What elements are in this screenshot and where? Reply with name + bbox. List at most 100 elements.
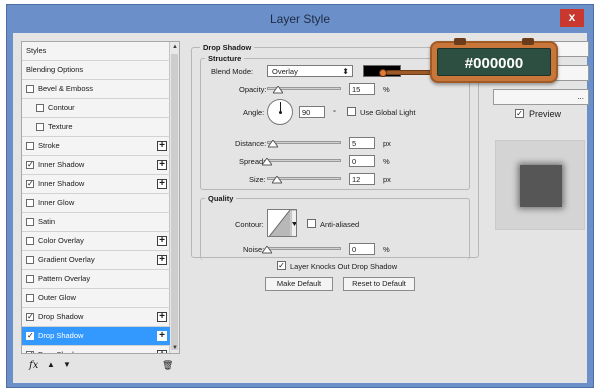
add-style-plus-icon[interactable]: + <box>157 312 167 322</box>
size-input[interactable]: 12 <box>349 173 375 185</box>
opacity-slider-thumb[interactable] <box>272 85 285 94</box>
spread-input[interactable]: 0 <box>349 155 375 167</box>
add-style-plus-icon[interactable]: + <box>157 160 167 170</box>
chevron-down-icon: ⬍ <box>342 67 349 76</box>
style-checkbox[interactable]: ✓ <box>26 332 34 340</box>
style-list-item-label: Drop Shadow <box>38 346 83 353</box>
style-list-item[interactable]: Contour <box>22 99 170 118</box>
badge-text: #000000 <box>437 48 551 76</box>
style-checkbox[interactable] <box>26 218 34 226</box>
style-checkbox[interactable]: ✓ <box>26 161 34 169</box>
style-checkbox[interactable]: ✓ <box>26 313 34 321</box>
style-checkbox[interactable] <box>26 294 34 302</box>
angle-input[interactable]: 90 <box>299 106 325 118</box>
style-list-item-label: Drop Shadow <box>38 312 84 321</box>
fx-icon[interactable]: fx <box>29 360 38 371</box>
style-list-item-label: Inner Shadow <box>38 160 85 169</box>
noise-slider-thumb[interactable] <box>261 245 273 254</box>
style-checkbox[interactable] <box>26 256 34 264</box>
make-default-button[interactable]: Make Default <box>265 277 333 291</box>
style-list-item-label: Pattern Overlay <box>38 274 91 283</box>
style-list-item[interactable]: ✓ Inner Shadow + <box>22 175 170 194</box>
arrow-down-icon[interactable]: ▼ <box>63 360 71 369</box>
style-checkbox[interactable] <box>26 142 34 150</box>
angle-dial[interactable] <box>267 99 293 125</box>
style-list-item-label: Satin <box>38 217 56 226</box>
trash-icon[interactable]: 🗑 <box>162 360 173 371</box>
distance-unit: px <box>383 139 391 148</box>
style-checkbox[interactable] <box>26 199 34 207</box>
style-list-item[interactable]: Inner Glow <box>22 194 170 213</box>
distance-slider-track[interactable] <box>267 141 341 144</box>
spread-slider-thumb[interactable] <box>261 157 273 166</box>
spread-unit: % <box>383 157 390 166</box>
style-list-item[interactable]: ✓ Drop Shadow + <box>22 327 170 346</box>
close-icon: x <box>568 10 576 24</box>
styles-list-toolbar: fx ▲ ▼ 🗑 <box>21 356 180 378</box>
style-list-item[interactable]: Pattern Overlay <box>22 270 170 289</box>
opacity-input[interactable]: 15 <box>349 83 375 95</box>
reset-to-default-button[interactable]: Reset to Default <box>343 277 415 291</box>
style-list-item[interactable]: ✓ Inner Shadow + <box>22 156 170 175</box>
style-checkbox[interactable] <box>26 237 34 245</box>
drop-shadow-title: Drop Shadow <box>200 43 255 52</box>
style-list-item[interactable]: Bevel & Emboss <box>22 80 170 99</box>
style-checkbox[interactable]: ✓ <box>26 180 34 188</box>
arrow-up-icon[interactable]: ▲ <box>47 360 55 369</box>
style-list-item[interactable]: Texture <box>22 118 170 137</box>
style-list-item-label: Inner Shadow <box>38 179 85 188</box>
spread-slider-track[interactable] <box>267 159 341 162</box>
add-style-plus-icon[interactable]: + <box>157 350 167 353</box>
style-checkbox[interactable] <box>26 275 34 283</box>
style-list-item[interactable]: Gradient Overlay + <box>22 251 170 270</box>
style-list-item-label: Stroke <box>38 141 60 150</box>
style-list-item[interactable]: ✓ Drop Shadow + <box>22 346 170 353</box>
contour-picker[interactable] <box>267 209 297 237</box>
size-slider-thumb[interactable] <box>271 175 283 184</box>
use-global-light-checkbox[interactable] <box>347 107 356 116</box>
style-list-item[interactable]: Stroke + <box>22 137 170 156</box>
add-style-plus-icon[interactable]: + <box>157 179 167 189</box>
noise-input[interactable]: 0 <box>349 243 375 255</box>
quality-group: Quality Contour: Anti-aliased Noise: 0 % <box>200 194 470 260</box>
badge-clip-left <box>454 38 466 45</box>
use-global-light-label: Use Global Light <box>360 108 416 117</box>
new-style-button[interactable]: ... <box>493 89 589 105</box>
style-list-item[interactable]: Styles <box>22 42 170 61</box>
blend-mode-dropdown[interactable]: Overlay ⬍ <box>267 65 353 77</box>
distance-input[interactable]: 5 <box>349 137 375 149</box>
add-style-plus-icon[interactable]: + <box>157 255 167 265</box>
style-list-item[interactable]: Blending Options <box>22 61 170 80</box>
style-list-item-label: Contour <box>48 103 75 112</box>
layer-style-window: Layer Style x ▲ ▼ Styles Blending Options… <box>6 4 594 388</box>
style-list-item-label: Color Overlay <box>38 236 84 245</box>
contour-label: Contour: <box>235 220 264 229</box>
anti-aliased-checkbox[interactable] <box>307 219 316 228</box>
noise-unit: % <box>383 245 390 254</box>
scroll-down-arrow-icon[interactable]: ▼ <box>170 343 179 353</box>
style-checkbox[interactable]: ✓ <box>26 351 34 353</box>
style-list-item[interactable]: Color Overlay + <box>22 232 170 251</box>
scroll-up-arrow-icon[interactable]: ▲ <box>170 42 179 52</box>
styles-list-scrollbar[interactable]: ▲ ▼ <box>169 42 179 353</box>
color-value-badge: #000000 <box>430 38 558 83</box>
knockout-checkbox[interactable]: ✓ <box>277 261 286 270</box>
scrollbar-thumb[interactable] <box>171 54 178 350</box>
close-button[interactable]: x <box>560 9 584 27</box>
style-list-item-label: Drop Shadow <box>38 331 84 340</box>
add-style-plus-icon[interactable]: + <box>157 236 167 246</box>
add-style-plus-icon[interactable]: + <box>157 141 167 151</box>
title-bar[interactable]: Layer Style x <box>7 5 593 33</box>
style-list-item-label: Inner Glow <box>38 198 75 207</box>
style-list-item[interactable]: Satin <box>22 213 170 232</box>
style-checkbox[interactable] <box>26 85 34 93</box>
preview-checkbox[interactable]: ✓ <box>515 109 524 118</box>
style-checkbox[interactable] <box>36 123 44 131</box>
noise-slider-track[interactable] <box>267 247 341 250</box>
add-style-plus-icon[interactable]: + <box>157 331 167 341</box>
style-list-item[interactable]: Outer Glow <box>22 289 170 308</box>
distance-slider-thumb[interactable] <box>267 139 279 148</box>
style-checkbox[interactable] <box>36 104 44 112</box>
style-list-item[interactable]: ✓ Drop Shadow + <box>22 308 170 327</box>
contour-curve-icon <box>268 210 296 236</box>
